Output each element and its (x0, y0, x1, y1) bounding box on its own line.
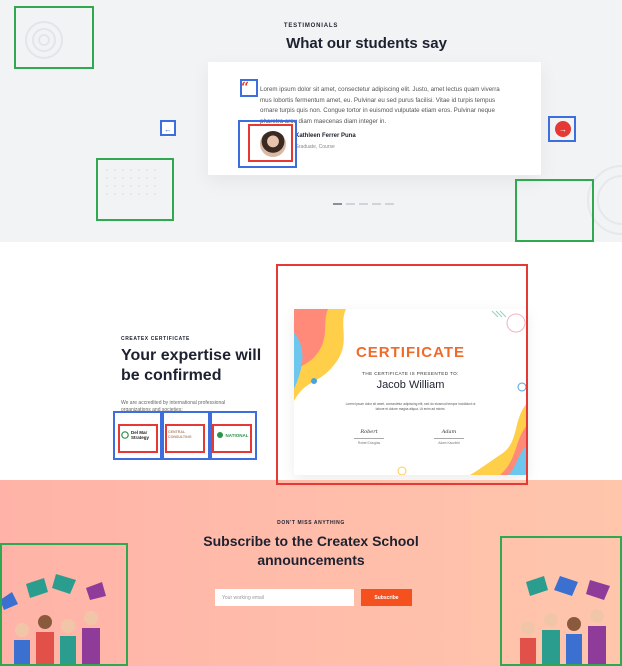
testimonial-text: Lorem ipsum dolor sit amet, consectetur … (260, 86, 500, 125)
carousel-dot[interactable] (359, 203, 368, 205)
annotation-box (14, 6, 94, 69)
annotation-box (96, 158, 174, 221)
carousel-dot[interactable] (372, 203, 381, 205)
certificate-eyebrow: CREATEX CERTIFICATE (121, 336, 190, 342)
annotation-box (500, 536, 622, 666)
author-name: Kathleen Ferrer Puna (295, 133, 356, 139)
carousel-dot[interactable] (385, 203, 394, 205)
annotation-box (515, 179, 594, 242)
annotation-box (248, 124, 293, 162)
subscribe-title: Subscribe to the Createx School announce… (203, 533, 419, 568)
carousel-dot[interactable] (333, 203, 342, 205)
annotation-box (212, 424, 252, 453)
carousel-dots (333, 203, 394, 205)
email-input[interactable] (215, 589, 354, 606)
author-role: Graduate, Course (295, 144, 335, 150)
annotation-box (0, 543, 128, 666)
annotation-box (160, 120, 176, 136)
annotation-box (240, 79, 258, 97)
subscribe-eyebrow: DON'T MISS ANYTHING (277, 520, 345, 526)
carousel-dot[interactable] (346, 203, 355, 205)
subscribe-button[interactable]: Subscribe (361, 589, 412, 606)
annotation-box (165, 424, 205, 453)
annotation-box (118, 424, 158, 453)
annotation-box (276, 264, 528, 485)
annotation-box (548, 116, 576, 142)
certificate-title: Your expertise will be confirmed (121, 347, 262, 384)
